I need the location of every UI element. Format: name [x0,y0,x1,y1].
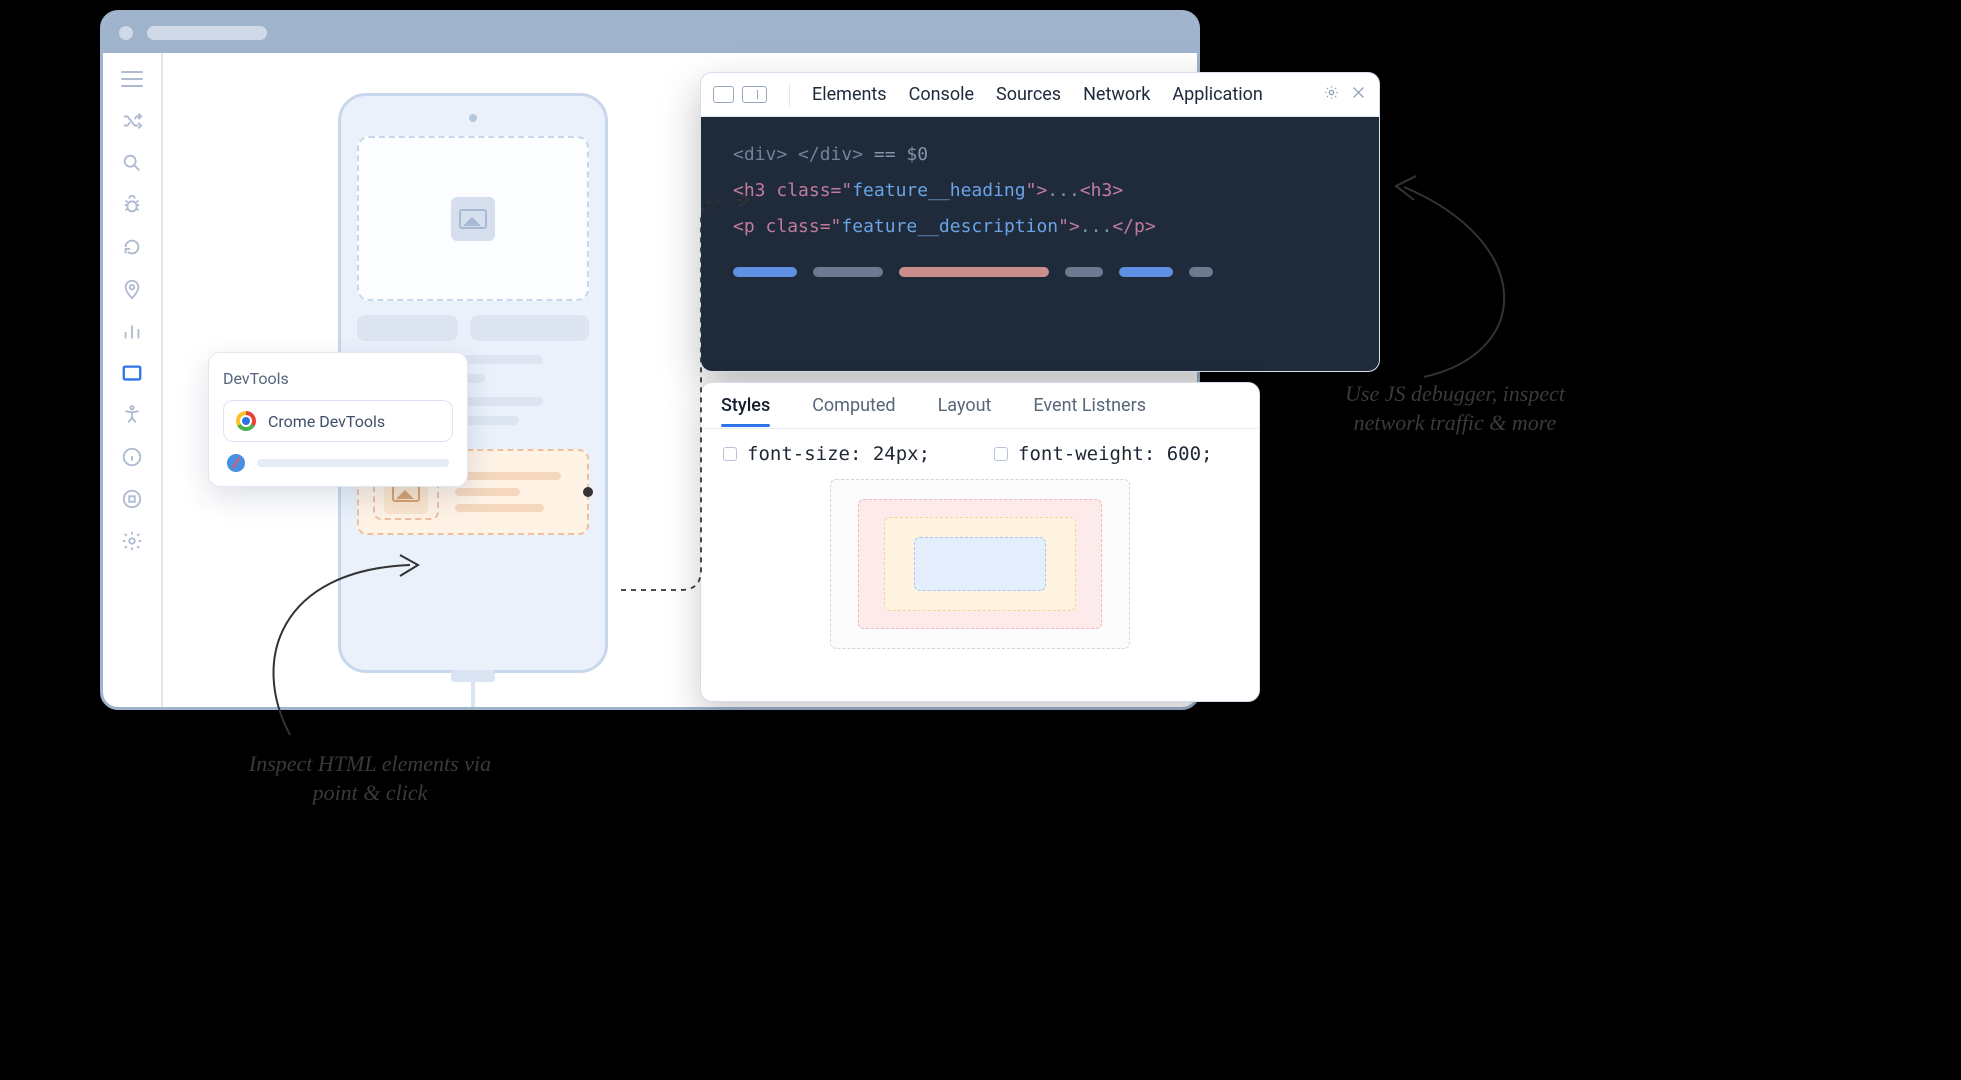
address-bar-placeholder [147,26,267,40]
devtools-panel: Elements Console Sources Network Applica… [700,72,1380,372]
style-prop-font-size[interactable]: font-size: 24px; [723,443,930,465]
code-preview-pills [733,267,1347,277]
tab-event-listeners[interactable]: Event Listners [1033,385,1146,426]
tab-layout[interactable]: Layout [938,385,992,426]
checkbox-icon[interactable] [723,447,737,461]
window-control-dot [119,26,133,40]
popover-item-safari[interactable] [223,442,453,472]
style-properties: font-size: 24px; font-weight: 600; [701,429,1259,471]
button-placeholder [357,315,458,341]
annotation-inspect: Inspect HTML elements via point & click [240,750,500,807]
info-icon[interactable] [120,445,144,469]
text-placeholder [257,459,449,467]
annotation-debugger: Use JS debugger, inspect network traffic… [1325,380,1585,437]
tab-styles[interactable]: Styles [721,385,770,426]
tab-elements[interactable]: Elements [812,84,887,105]
usb-cable-icon [449,670,497,710]
checkbox-icon[interactable] [994,447,1008,461]
annotation-arrow [1364,172,1564,382]
hero-image-placeholder [357,136,589,301]
gear-icon[interactable] [120,529,144,553]
tab-sources[interactable]: Sources [996,84,1061,105]
phone-camera-dot [469,114,477,122]
devtools-tabbar: Elements Console Sources Network Applica… [701,73,1379,117]
styles-tabbar: Styles Computed Layout Event Listners [701,383,1259,429]
tab-application[interactable]: Application [1172,84,1262,105]
device-toggle-icon[interactable] [742,86,767,103]
chrome-icon [236,411,256,431]
shuffle-icon[interactable] [120,109,144,133]
popover-title: DevTools [223,369,453,388]
accessibility-icon[interactable] [120,403,144,427]
button-placeholder [470,315,589,341]
tab-network[interactable]: Network [1083,84,1150,105]
popover-item-label: Crome DevTools [268,412,385,431]
elements-source-code[interactable]: <div> </div> == $0 <h3 class="feature__h… [701,117,1379,371]
menu-icon[interactable] [120,67,144,91]
image-icon [451,197,495,241]
refresh-icon[interactable] [120,235,144,259]
search-icon[interactable] [120,151,144,175]
styles-panel: Styles Computed Layout Event Listners fo… [700,382,1260,702]
style-prop-font-weight[interactable]: font-weight: 600; [994,443,1212,465]
close-icon[interactable] [1350,84,1367,106]
inspect-element-icon[interactable] [713,86,734,103]
inspector-anchor-icon [583,487,593,497]
popover-item-chrome-devtools[interactable]: Crome DevTools [223,400,453,442]
tab-console[interactable]: Console [909,84,974,105]
devtools-popover: DevTools Crome DevTools [208,352,468,487]
button-row [357,315,589,341]
analytics-icon[interactable] [120,319,144,343]
record-icon[interactable] [120,487,144,511]
devtools-panel-icon[interactable] [120,361,144,385]
tab-computed[interactable]: Computed [812,385,895,426]
safari-icon [227,454,245,472]
left-sidebar [103,53,163,707]
bug-icon[interactable] [120,193,144,217]
box-model-content [914,537,1046,591]
gear-icon[interactable] [1323,84,1340,106]
location-pin-icon[interactable] [120,277,144,301]
box-model-diagram [830,479,1130,649]
card-text-placeholder [455,472,573,512]
separator [789,84,790,106]
browser-titlebar [103,13,1197,53]
